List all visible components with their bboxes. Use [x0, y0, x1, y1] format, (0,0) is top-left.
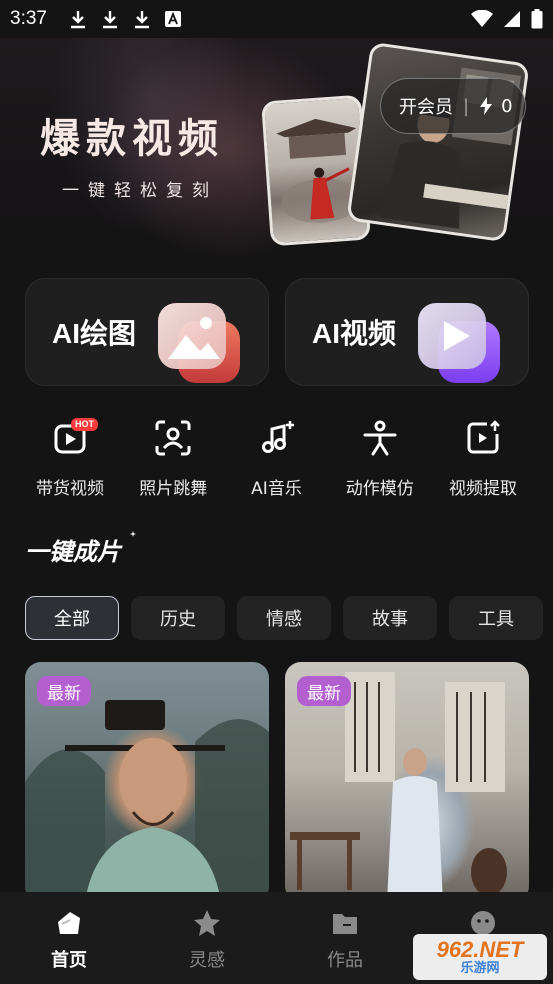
status-time: 3:37 — [10, 8, 47, 29]
tab-all[interactable]: 全部 — [25, 596, 119, 640]
star-icon — [192, 908, 222, 938]
vip-separator: | — [463, 95, 470, 117]
home-icon — [54, 908, 84, 938]
nav-home[interactable]: 首页 — [0, 892, 138, 984]
font-app-icon — [164, 11, 181, 27]
tab-emotion[interactable]: 情感 — [237, 596, 331, 640]
tool-product-video[interactable]: HOT 带货视频 — [20, 418, 120, 508]
status-notifications — [69, 9, 181, 29]
battery-icon — [531, 9, 543, 29]
template-card[interactable]: 最新 — [25, 662, 269, 902]
nav-label: 灵感 — [189, 950, 225, 971]
download-icon — [102, 11, 117, 29]
tab-tools[interactable]: 工具 — [449, 596, 543, 640]
download-icon — [70, 11, 85, 29]
ai-video-card[interactable]: AI视频 — [285, 278, 529, 386]
category-tabs: 全部 历史 情感 故事 工具 — [25, 596, 543, 640]
tab-history[interactable]: 历史 — [131, 596, 225, 640]
person-pose-icon — [360, 418, 400, 458]
tool-label: AI音乐 — [251, 479, 302, 499]
lightning-icon — [480, 97, 493, 115]
hot-badge: HOT — [71, 418, 98, 431]
tool-label: 视频提取 — [449, 479, 517, 499]
new-badge: 最新 — [297, 676, 351, 706]
tool-label: 带货视频 — [36, 479, 104, 499]
section-title: 一键成片 — [25, 538, 121, 566]
tool-motion-mimic[interactable]: 动作模仿 — [330, 418, 430, 508]
ai-video-label: AI视频 — [312, 318, 397, 349]
nav-label: 首页 — [51, 950, 87, 971]
promo-banner[interactable]: 爆款视频 一键轻松复刻 开会员 | 0 — [0, 38, 553, 263]
nav-label: 作品 — [327, 950, 363, 971]
signal-icon — [504, 11, 520, 27]
template-card[interactable]: 最新 — [285, 662, 529, 902]
sparkle-icon — [130, 531, 136, 537]
vip-label: 开会员 — [399, 97, 453, 118]
status-bar: 3:37 — [0, 0, 553, 38]
folder-icon — [330, 908, 360, 938]
nav-inspiration[interactable]: 灵感 — [138, 892, 276, 984]
ai-draw-card[interactable]: AI绘图 — [25, 278, 269, 386]
status-system-icons — [471, 9, 543, 29]
banner-subtitle: 一键轻松复刻 — [62, 181, 218, 201]
banner-title: 爆款视频 — [40, 115, 224, 162]
wifi-icon — [471, 10, 493, 27]
tool-label: 动作模仿 — [345, 479, 414, 499]
video-upload-icon — [463, 418, 503, 458]
watermark-logo-text: 962.NET — [436, 937, 524, 962]
site-watermark: 962.NET 乐游网 — [413, 934, 547, 980]
tool-ai-music[interactable]: AI音乐 — [227, 418, 327, 508]
music-sparkle-icon — [257, 418, 297, 458]
credits-count: 0 — [501, 95, 513, 117]
tool-video-extract[interactable]: 视频提取 — [433, 418, 533, 508]
ai-draw-label: AI绘图 — [52, 318, 137, 349]
tools-row: HOT 带货视频 照片跳舞 AI音乐 动作模仿 视频提取 — [20, 418, 533, 508]
banner-poster-scholar — [346, 41, 530, 243]
tab-story[interactable]: 故事 — [343, 596, 437, 640]
download-icon — [134, 11, 149, 29]
tool-label: 照片跳舞 — [139, 479, 208, 499]
nav-works[interactable]: 作品 — [276, 892, 414, 984]
video-play-icon — [416, 301, 502, 385]
vip-button[interactable]: 开会员 | 0 — [380, 78, 526, 134]
image-icon — [156, 301, 242, 385]
tool-photo-dance[interactable]: 照片跳舞 — [123, 418, 223, 508]
face-scan-icon — [153, 418, 193, 458]
new-badge: 最新 — [37, 676, 91, 706]
watermark-site-name: 乐游网 — [460, 961, 500, 976]
